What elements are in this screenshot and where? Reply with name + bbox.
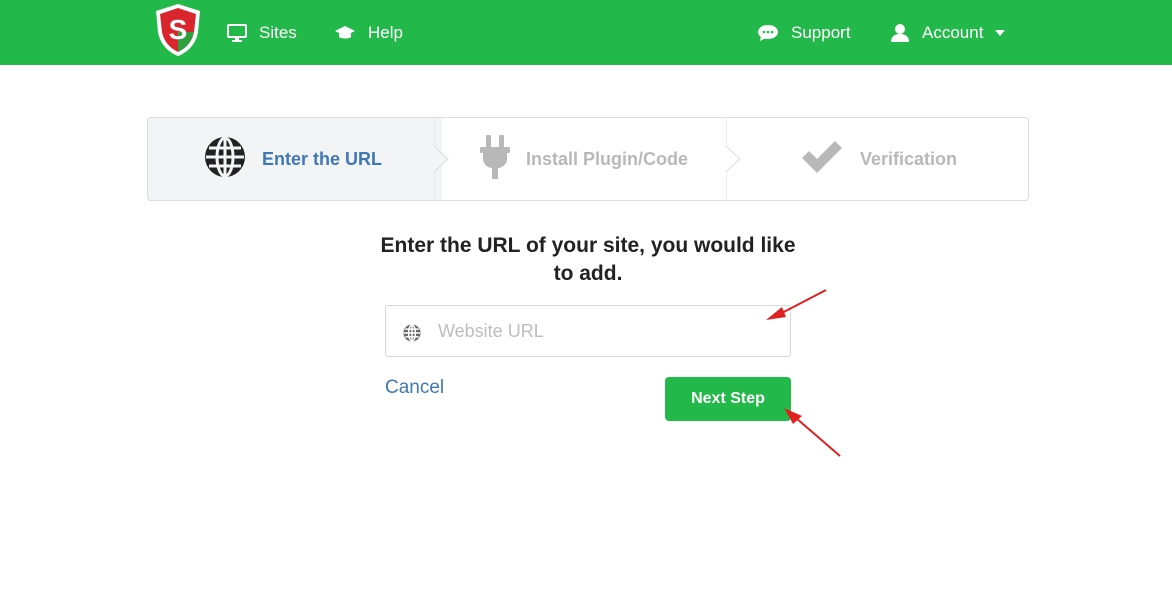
- website-url-input[interactable]: [438, 306, 778, 356]
- step-install-plugin: Install Plugin/Code: [442, 118, 734, 200]
- nav-sites-label: Sites: [259, 22, 297, 42]
- step-verification: Verification: [734, 118, 1028, 200]
- svg-text:S: S: [169, 14, 188, 45]
- shield-logo-icon[interactable]: S: [152, 2, 204, 58]
- top-navbar: S Sites Help Support Account: [0, 0, 1172, 65]
- nav-help-label: Help: [368, 22, 403, 42]
- step-label: Enter the URL: [262, 148, 383, 169]
- nav-support-label: Support: [791, 22, 851, 42]
- user-icon: [890, 23, 910, 43]
- nav-support[interactable]: Support: [757, 0, 851, 65]
- page-heading: Enter the URL of your site, you would li…: [380, 234, 796, 285]
- url-input-group: [385, 305, 791, 357]
- graduation-cap-icon: [334, 25, 356, 41]
- nav-account-label: Account: [922, 22, 984, 42]
- globe-icon: [403, 324, 421, 347]
- cancel-link[interactable]: Cancel: [385, 377, 444, 399]
- chat-bubble-icon: [757, 24, 779, 42]
- step-label: Install Plugin/Code: [526, 148, 689, 169]
- monitor-icon: [227, 23, 247, 42]
- plug-icon: [480, 134, 510, 184]
- step-label: Verification: [860, 148, 958, 169]
- nav-help[interactable]: Help: [334, 0, 403, 65]
- globe-icon: [204, 136, 246, 183]
- annotation-arrow: [784, 408, 841, 457]
- next-step-button[interactable]: Next Step: [665, 377, 791, 421]
- step-progress: Enter the URL Install Plugin/Code Verifi…: [147, 117, 1029, 201]
- step-enter-url: Enter the URL: [148, 118, 442, 200]
- checkmark-icon: [800, 140, 844, 179]
- nav-account-dropdown[interactable]: Account: [890, 0, 1006, 65]
- nav-sites[interactable]: Sites: [227, 0, 297, 65]
- annotation-arrow: [766, 289, 827, 320]
- chevron-down-icon: [995, 29, 1006, 36]
